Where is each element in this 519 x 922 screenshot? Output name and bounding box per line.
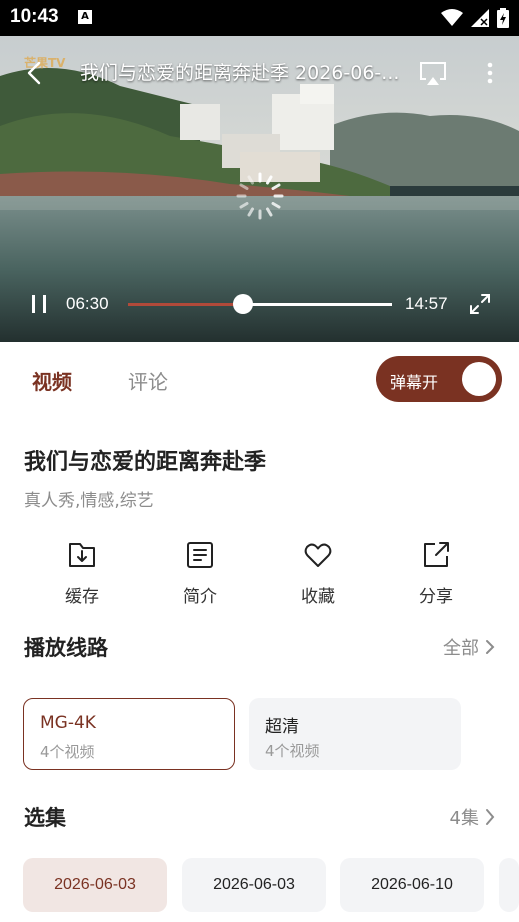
battery-icon <box>497 8 509 28</box>
progress-fill <box>128 303 243 306</box>
cast-icon[interactable] <box>418 58 448 88</box>
duration-time: 14:57 <box>405 294 448 313</box>
danmu-toggle[interactable]: 弹幕开 <box>376 356 502 402</box>
routes-title: 播放线路 <box>24 636 108 660</box>
route-count: 4个视频 <box>40 743 95 761</box>
tab-video[interactable]: 视频 <box>32 366 72 395</box>
show-tags: 真人秀,情感,综艺 <box>24 491 154 511</box>
chevron-right-icon <box>486 809 495 825</box>
episode-chip-partial[interactable] <box>499 858 519 912</box>
signal-icon <box>471 9 489 27</box>
episode-chip[interactable]: 2026-06-03 <box>23 858 167 912</box>
episode-chip[interactable]: 2026-06-03 <box>182 858 326 912</box>
route-card-mg4k[interactable]: MG-4K 4个视频 <box>23 698 235 770</box>
tab-comments[interactable]: 评论 <box>128 366 168 395</box>
status-bar: 10:43 A <box>0 0 519 36</box>
loading-spinner-icon <box>236 172 284 220</box>
danmu-toggle-label: 弹幕开 <box>390 373 439 392</box>
notification-icon: A <box>78 10 92 24</box>
share-label: 分享 <box>419 587 453 607</box>
danmu-toggle-knob <box>462 362 496 396</box>
intro-label: 简介 <box>183 587 217 607</box>
more-vertical-icon[interactable] <box>478 58 502 88</box>
route-name: MG-4K <box>40 713 96 733</box>
video-player[interactable]: 芒果TV 我们与恋爱的距离奔赴季 2026-06-... 06:30 14:57 <box>0 36 519 342</box>
status-icons <box>441 8 509 28</box>
route-card-hd[interactable]: 超清 4个视频 <box>249 698 461 770</box>
action-bar: 缓存 简介 收藏 分享 <box>0 540 519 610</box>
download-icon <box>69 543 95 567</box>
heart-icon <box>304 543 332 567</box>
favorite-label: 收藏 <box>301 587 335 607</box>
routes-all-label: 全部 <box>443 638 479 659</box>
share-button[interactable]: 分享 <box>396 540 476 607</box>
back-arrow-icon[interactable] <box>20 58 50 88</box>
download-label: 缓存 <box>65 587 99 607</box>
document-icon <box>187 542 213 568</box>
episodes-count-link[interactable]: 4集 <box>450 804 495 830</box>
chevron-right-icon <box>486 640 495 654</box>
download-button[interactable]: 缓存 <box>42 540 122 607</box>
share-icon <box>424 542 449 567</box>
fullscreen-icon[interactable] <box>468 292 492 316</box>
route-name: 超清 <box>265 717 299 737</box>
status-time: 10:43 <box>10 6 59 27</box>
show-title: 我们与恋爱的距离奔赴季 <box>24 450 267 475</box>
progress-thumb[interactable] <box>232 294 253 314</box>
episode-chip[interactable]: 2026-06-10 <box>340 858 484 912</box>
pause-icon[interactable] <box>28 292 50 316</box>
video-title: 我们与恋爱的距离奔赴季 2026-06-... <box>80 62 400 84</box>
current-time: 06:30 <box>66 294 109 313</box>
routes-all-link[interactable]: 全部 <box>443 634 495 660</box>
progress-bar[interactable] <box>128 294 392 314</box>
intro-button[interactable]: 简介 <box>160 540 240 607</box>
player-controls: 06:30 14:57 <box>0 282 519 326</box>
episodes-count-label: 4集 <box>449 808 479 829</box>
favorite-button[interactable]: 收藏 <box>278 540 358 607</box>
route-count: 4个视频 <box>265 742 320 760</box>
content-tabs: 视频 评论 弹幕开 <box>0 342 519 418</box>
episodes-title: 选集 <box>24 806 66 830</box>
wifi-icon <box>441 9 463 26</box>
